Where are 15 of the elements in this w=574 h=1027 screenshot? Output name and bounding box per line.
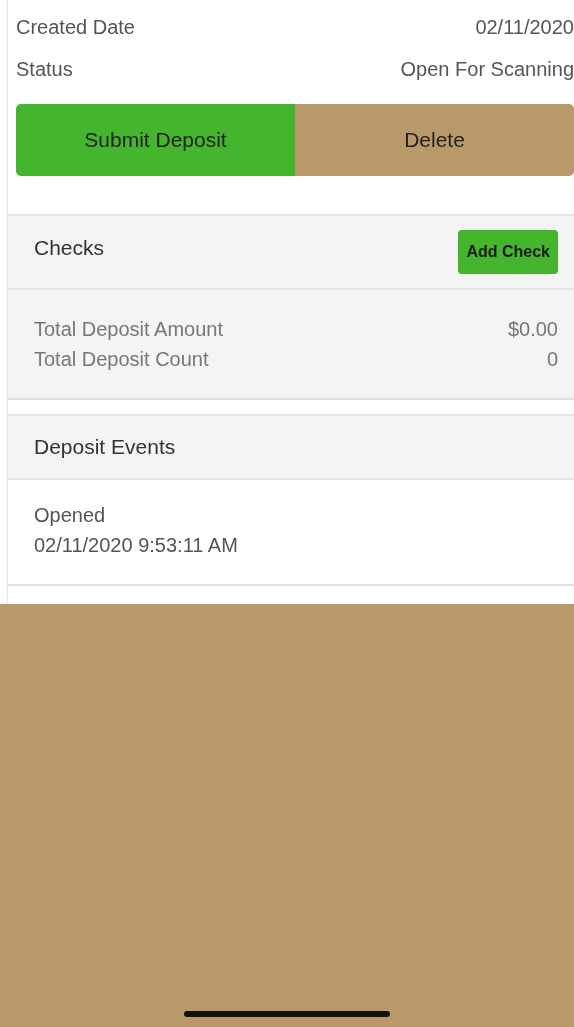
total-value: $0.00 [507,317,558,342]
total-value: 0 [546,347,558,372]
total-label: Total Deposit Count [34,347,209,372]
event-time: 02/11/2020 9:53:11 AM [34,533,239,558]
detail-value: 02/11/2020 [475,15,574,39]
event-name: Opened [34,503,107,528]
section-title: Checks [34,236,105,260]
submit-button[interactable]: Submit Deposit [16,104,295,176]
detail-label: Status [16,57,73,81]
detail-label: Created Date [16,15,135,39]
section-title: Deposit Events [34,435,176,459]
detail-value: Open For Scanning [400,57,574,81]
total-label: Total Deposit Amount [34,317,223,342]
add-check-button[interactable]: Add Check [458,230,558,274]
delete-button[interactable]: Delete [295,104,574,176]
